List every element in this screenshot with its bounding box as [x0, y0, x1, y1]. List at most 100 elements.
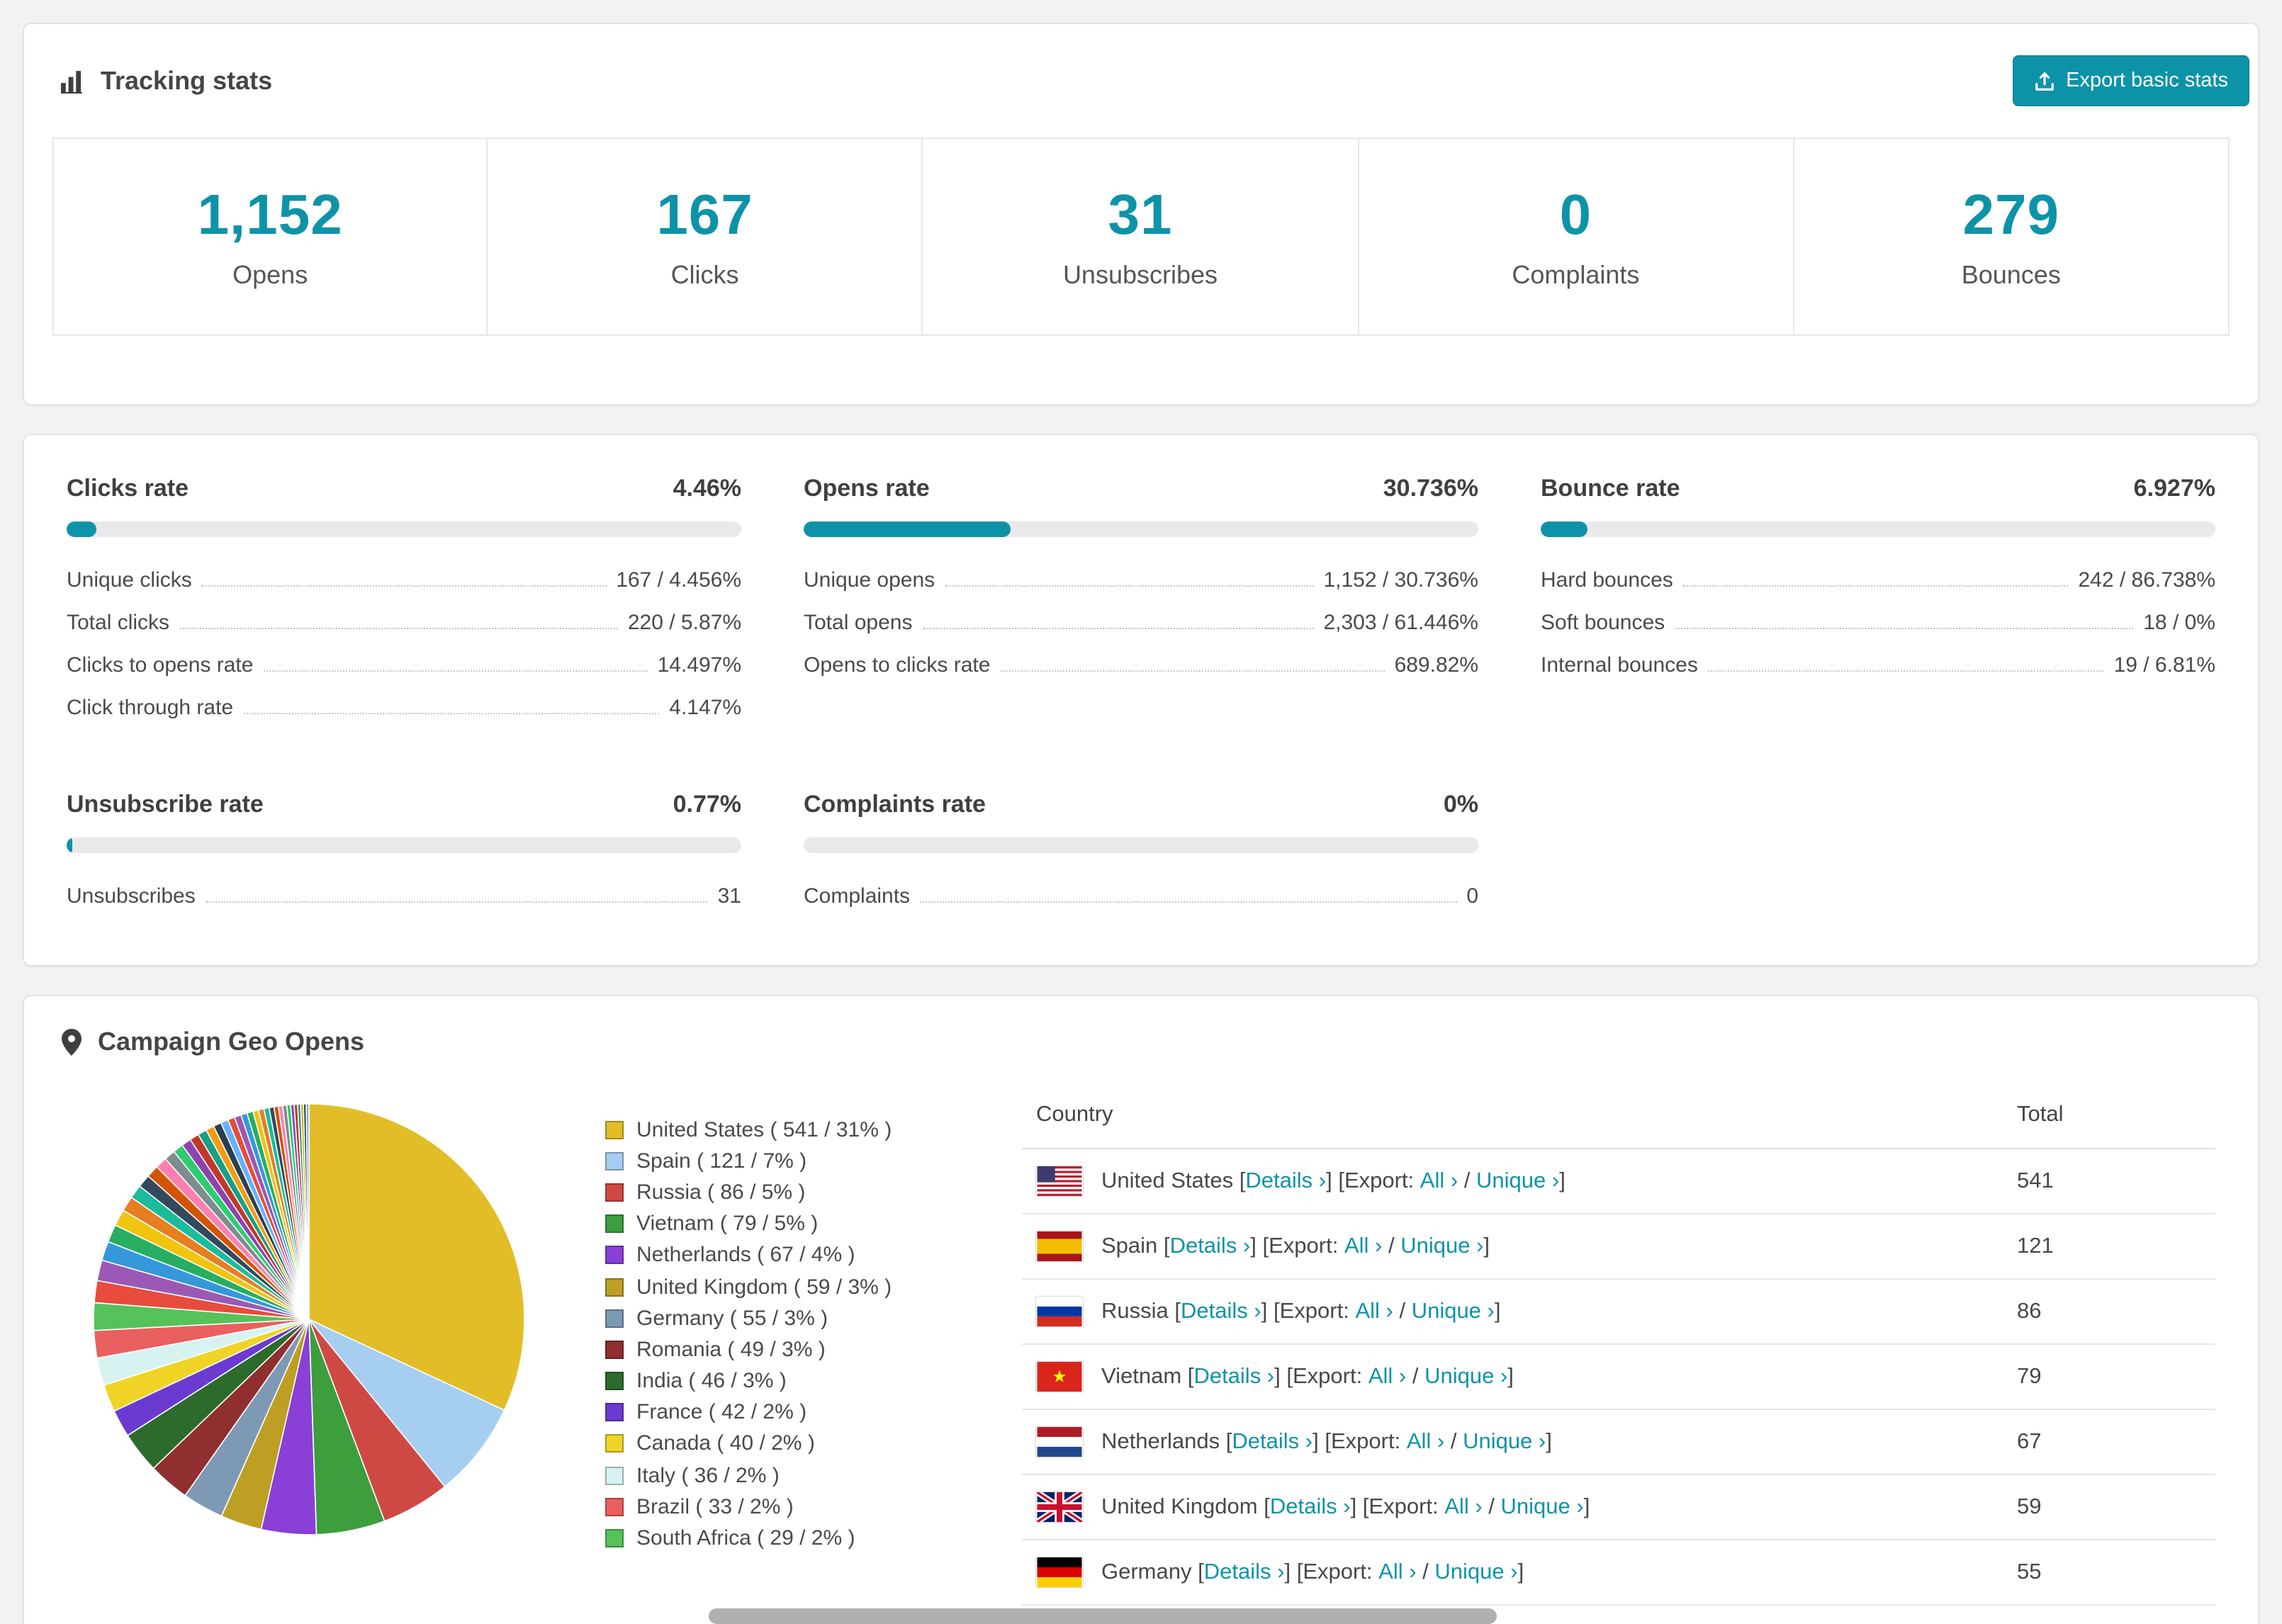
- bracket-close: ]: [1507, 1364, 1514, 1388]
- legend-item[interactable]: France ( 42 / 2% ): [605, 1397, 945, 1428]
- dotted-leader: [1682, 568, 2069, 586]
- rate-block: Bounce rate 6.927% Hard bounces 242 / 86…: [1541, 475, 2215, 728]
- export-all-link[interactable]: All ›: [1344, 1234, 1382, 1259]
- export-unique-link[interactable]: Unique ›: [1501, 1494, 1584, 1520]
- table-row: Vietnam [Details ›] [Export: All › / Uni…: [1022, 1344, 2215, 1410]
- dotted-leader: [263, 653, 648, 671]
- rates-grid: Clicks rate 4.46% Unique clicks 167 / 4.…: [67, 475, 2215, 917]
- stat-box: 31 Unsubscribes: [923, 137, 1359, 336]
- details-link[interactable]: Details ›: [1181, 1299, 1261, 1324]
- legend-item[interactable]: Canada ( 40 / 2% ): [605, 1428, 945, 1460]
- stat-value: 0: [1559, 184, 1592, 246]
- country-flag-icon: [1036, 1166, 1083, 1196]
- stat-line: Soft bounces 18 / 0%: [1541, 601, 2215, 643]
- export-all-link[interactable]: All ›: [1368, 1364, 1406, 1389]
- tracking-stats-card: Tracking stats Export basic stats 1,152 …: [23, 23, 2259, 405]
- legend-item[interactable]: Vietnam ( 79 / 5% ): [605, 1208, 945, 1239]
- details-link[interactable]: Details ›: [1170, 1234, 1251, 1259]
- stat-line: Total clicks 220 / 5.87%: [67, 601, 741, 643]
- slash-separator: /: [1444, 1429, 1463, 1453]
- bracket-close: ]: [1583, 1494, 1590, 1518]
- legend-label: France ( 42 / 2% ): [636, 1400, 807, 1425]
- table-row: Spain [Details ›] [Export: All › / Uniqu…: [1022, 1214, 2215, 1280]
- stat-line-label: Unique clicks: [67, 568, 192, 592]
- details-link[interactable]: Details ›: [1193, 1364, 1274, 1389]
- export-basic-stats-button[interactable]: Export basic stats: [2012, 55, 2249, 106]
- country-name: United States: [1101, 1168, 1234, 1192]
- country-flag-icon: [1036, 1427, 1083, 1457]
- progress-bar: [67, 838, 741, 853]
- export-all-link[interactable]: All ›: [1378, 1560, 1416, 1585]
- export-all-link[interactable]: All ›: [1407, 1429, 1444, 1455]
- stat-line-label: Unsubscribes: [67, 884, 196, 908]
- rate-value: 30.736%: [1383, 475, 1478, 502]
- stat-line-value: 220 / 5.87%: [627, 610, 741, 634]
- export-word: Export:: [1279, 1299, 1356, 1323]
- export-unique-link[interactable]: Unique ›: [1434, 1560, 1517, 1585]
- legend-item[interactable]: Romania ( 49 / 3% ): [605, 1334, 945, 1365]
- geo-table: Country Total United States [Details ›] …: [1022, 1083, 2215, 1606]
- rate-head: Unsubscribe rate 0.77%: [67, 791, 741, 819]
- stats-row: 1,152 Opens 167 Clicks 31 Unsubscribes 0…: [52, 137, 2230, 336]
- details-link[interactable]: Details ›: [1245, 1168, 1326, 1194]
- country-name: Vietnam: [1101, 1364, 1182, 1388]
- legend-item[interactable]: Brazil ( 33 / 2% ): [605, 1492, 945, 1523]
- total-column-header: Total: [2003, 1083, 2215, 1149]
- details-link[interactable]: Details ›: [1204, 1560, 1285, 1585]
- stat-line: Hard bounces 242 / 86.738%: [1541, 558, 2215, 601]
- export-basic-stats-label: Export basic stats: [2066, 69, 2228, 92]
- horizontal-scrollbar-thumb[interactable]: [709, 1608, 1497, 1624]
- details-link[interactable]: Details ›: [1270, 1494, 1351, 1520]
- progress-fill: [1541, 521, 1587, 537]
- legend-label: South Africa ( 29 / 2% ): [636, 1526, 855, 1551]
- export-word: Export:: [1330, 1429, 1407, 1453]
- legend-label: Germany ( 55 / 3% ): [636, 1306, 828, 1331]
- legend-item[interactable]: India ( 46 / 3% ): [605, 1365, 945, 1397]
- rates-card: Clicks rate 4.46% Unique clicks 167 / 4.…: [23, 434, 2259, 966]
- stat-line-label: Unique opens: [804, 568, 935, 592]
- stat-value: 31: [1108, 184, 1173, 246]
- export-unique-link[interactable]: Unique ›: [1412, 1299, 1495, 1324]
- legend-swatch: [605, 1340, 624, 1359]
- country-name: Germany: [1101, 1560, 1192, 1584]
- progress-bar: [1541, 521, 2215, 537]
- legend-item[interactable]: Spain ( 121 / 7% ): [605, 1145, 945, 1176]
- legend-item[interactable]: Russia ( 86 / 5% ): [605, 1177, 945, 1208]
- legend-swatch: [605, 1497, 624, 1516]
- stat-line: Unique opens 1,152 / 30.736%: [804, 558, 1478, 601]
- rate-value: 6.927%: [2133, 475, 2215, 502]
- export-all-link[interactable]: All ›: [1444, 1494, 1482, 1520]
- rate-value: 0%: [1443, 791, 1478, 818]
- export-unique-link[interactable]: Unique ›: [1463, 1429, 1546, 1455]
- slash-separator: /: [1382, 1234, 1401, 1258]
- legend-label: Vietnam ( 79 / 5% ): [636, 1212, 819, 1236]
- bracket-mid: ] [: [1250, 1234, 1269, 1258]
- rate-title: Bounce rate: [1541, 475, 1680, 502]
- export-all-link[interactable]: All ›: [1355, 1299, 1393, 1324]
- table-header-row: Country Total: [1022, 1083, 2215, 1149]
- legend-item[interactable]: South Africa ( 29 / 2% ): [605, 1523, 945, 1554]
- bracket-open: [: [1233, 1168, 1246, 1192]
- legend-label: India ( 46 / 3% ): [636, 1369, 787, 1394]
- progress-fill: [67, 521, 97, 537]
- country-name: Russia: [1101, 1299, 1169, 1323]
- export-unique-link[interactable]: Unique ›: [1424, 1364, 1507, 1389]
- bracket-close: ]: [1483, 1234, 1490, 1258]
- export-all-link[interactable]: All ›: [1420, 1168, 1458, 1194]
- rate-rows: Unsubscribes 31: [67, 874, 741, 917]
- country-name: Netherlands: [1101, 1429, 1220, 1453]
- geo-table-body: United States [Details ›] [Export: All ›…: [1022, 1149, 2215, 1606]
- legend-item[interactable]: United Kingdom ( 59 / 3% ): [605, 1271, 945, 1302]
- details-link[interactable]: Details ›: [1232, 1429, 1313, 1455]
- legend-item[interactable]: Netherlands ( 67 / 4% ): [605, 1240, 945, 1271]
- legend-item[interactable]: Germany ( 55 / 3% ): [605, 1302, 945, 1333]
- export-unique-link[interactable]: Unique ›: [1400, 1234, 1483, 1259]
- export-unique-link[interactable]: Unique ›: [1476, 1168, 1559, 1194]
- legend-item[interactable]: United States ( 541 / 31% ): [605, 1114, 945, 1145]
- bracket-mid: ] [: [1261, 1299, 1280, 1323]
- stat-line-label: Click through rate: [67, 695, 234, 719]
- stat-line-label: Hard bounces: [1541, 568, 1673, 592]
- bracket-open: [: [1191, 1560, 1204, 1584]
- rate-value: 0.77%: [673, 791, 741, 818]
- legend-item[interactable]: Italy ( 36 / 2% ): [605, 1460, 945, 1491]
